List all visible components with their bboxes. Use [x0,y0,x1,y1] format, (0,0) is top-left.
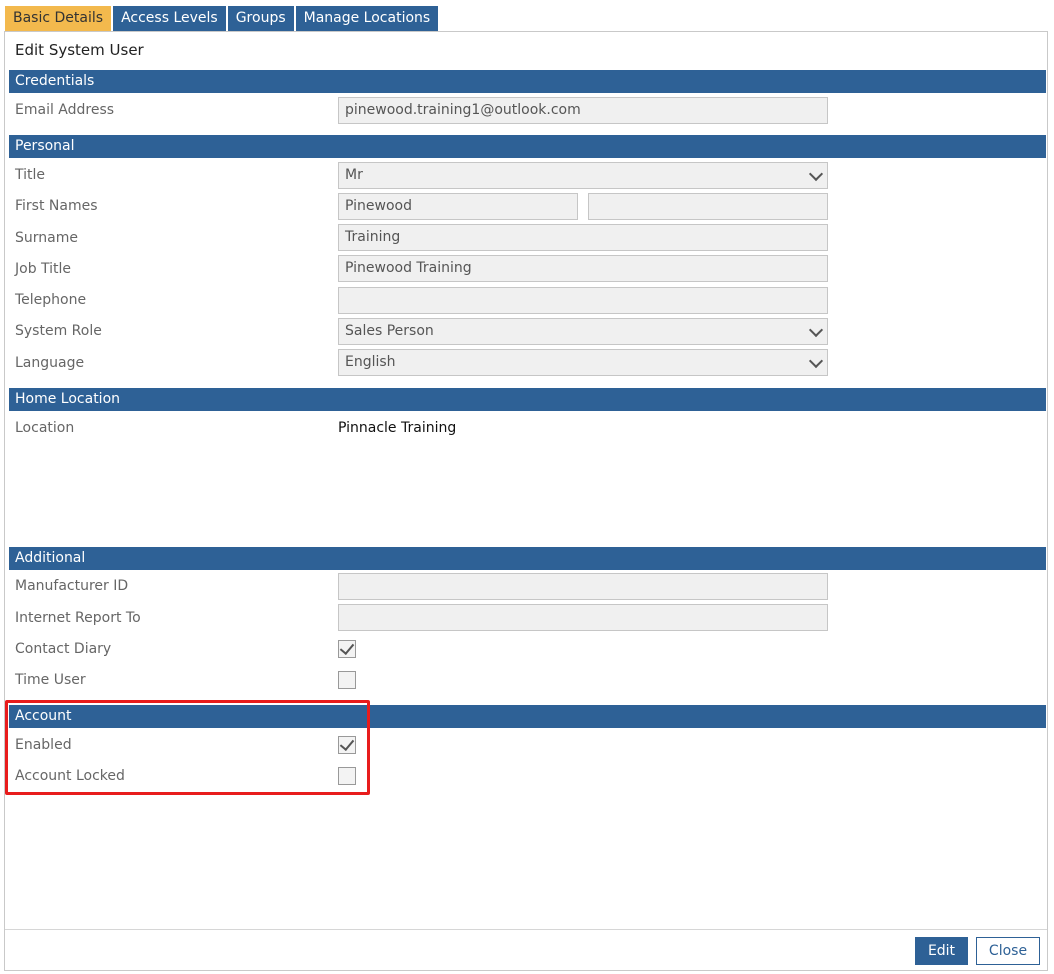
job-title-label: Job Title [15,261,72,277]
contact-diary-label: Contact Diary [15,641,112,657]
language-select-value: English [345,354,396,370]
title-label: Title [15,167,46,183]
internet-report-to-field[interactable] [338,604,828,631]
section-credentials: Credentials [9,70,1046,93]
location-value: Pinnacle Training [338,420,457,436]
job-title-field[interactable]: Pinewood Training [338,255,828,282]
system-role-select-value: Sales Person [345,323,434,339]
contact-diary-checkbox[interactable] [338,639,356,658]
checkmark-icon [339,639,355,656]
footer-divider [5,929,1047,930]
edit-user-panel: Edit System User Credentials Email Addre… [4,31,1048,971]
email-address-label: Email Address [15,102,115,118]
internet-report-to-label: Internet Report To [15,610,141,626]
email-address-field[interactable]: pinewood.training1@outlook.com [338,97,828,124]
first-name-field[interactable]: Pinewood [338,193,578,220]
surname-label: Surname [15,230,78,246]
surname-field[interactable]: Training [338,224,828,251]
tab-basic-details[interactable]: Basic Details [5,6,112,31]
middle-name-field[interactable] [588,193,828,220]
telephone-field[interactable] [338,287,828,314]
system-role-select[interactable]: Sales Person [338,318,828,345]
section-additional: Additional [9,547,1046,570]
manufacturer-id-field[interactable] [338,573,828,600]
system-role-label: System Role [15,323,102,339]
title-select[interactable]: Mr [338,162,828,189]
tab-access-levels[interactable]: Access Levels [113,6,226,31]
edit-button[interactable]: Edit [915,937,968,965]
location-label: Location [15,420,75,436]
time-user-label: Time User [15,672,86,688]
account-highlight-box [5,700,370,795]
section-home-location: Home Location [9,388,1046,411]
chevron-down-icon [808,166,824,182]
title-select-value: Mr [345,167,363,183]
close-button[interactable]: Close [976,937,1040,965]
manufacturer-id-label: Manufacturer ID [15,578,129,594]
tab-manage-locations[interactable]: Manage Locations [295,6,439,31]
first-names-label: First Names [15,198,98,214]
chevron-down-icon [808,353,824,369]
tab-bar: Basic Details Access Levels Groups Manag… [5,6,440,31]
chevron-down-icon [808,322,824,338]
language-select[interactable]: English [338,349,828,376]
telephone-label: Telephone [15,292,87,308]
page-title: Edit System User [15,41,144,59]
section-personal: Personal [9,135,1046,158]
language-label: Language [15,355,85,371]
tab-groups[interactable]: Groups [227,6,294,31]
time-user-checkbox[interactable] [338,671,356,689]
